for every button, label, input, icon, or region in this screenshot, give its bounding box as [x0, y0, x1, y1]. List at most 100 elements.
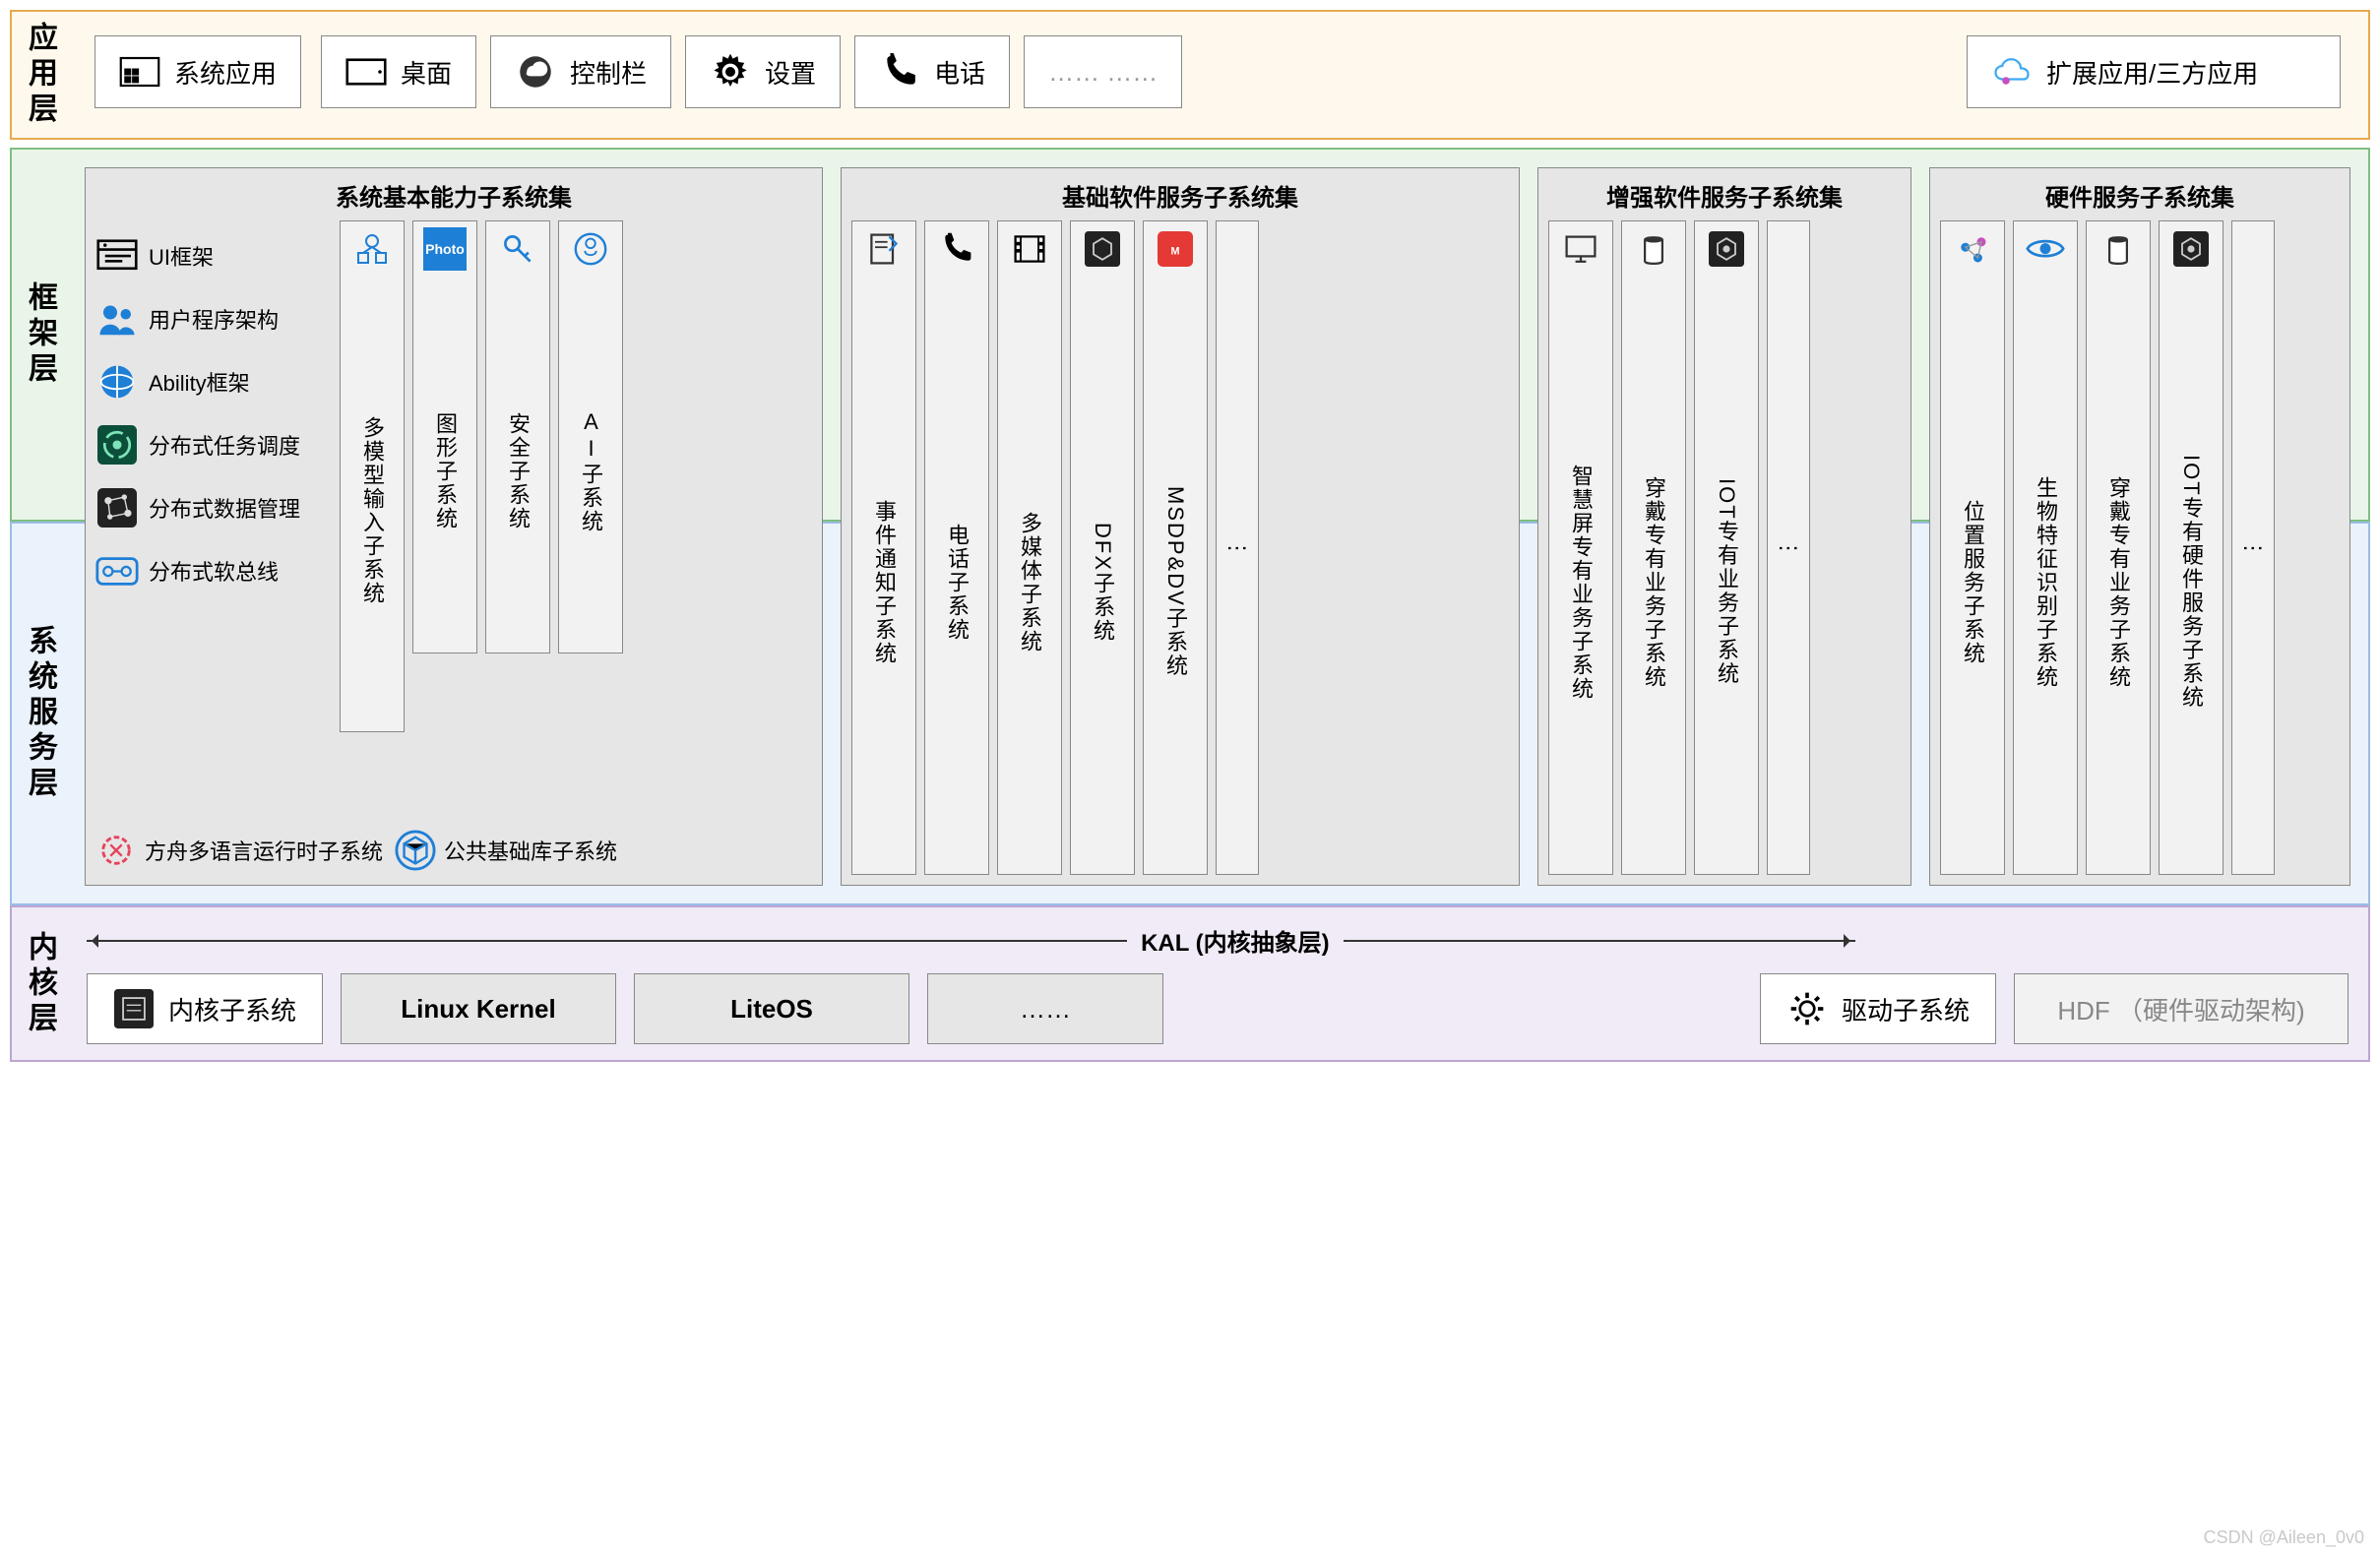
brain-icon	[569, 227, 612, 271]
gear-icon-2	[1786, 988, 1828, 1029]
desktop-item: 桌面	[321, 35, 476, 108]
ellipsis-label: ⋮	[1224, 537, 1250, 559]
gear-icon	[710, 51, 751, 93]
settings-label: 设置	[765, 54, 816, 91]
col-security: 安全子系统	[485, 220, 550, 653]
note-icon	[862, 227, 906, 271]
ellipsis-label-2: ⋮	[1776, 537, 1801, 559]
col-telephony-label: 电话子系统	[941, 277, 972, 868]
col-location-label: 位置服务子系统	[1957, 277, 1988, 868]
driver-sub-label: 驱动子系统	[1842, 991, 1970, 1027]
ark-item: 方舟多语言运行时子系统	[95, 830, 383, 871]
system-apps-item: 系统应用	[94, 35, 301, 108]
col-wearable-biz-label: 穿戴专有业务子系统	[1638, 277, 1669, 868]
ark-gear-icon	[95, 830, 137, 871]
framework-layer-label: 框架层	[12, 150, 67, 520]
col-multimodal-label: 多模型输入子系统	[356, 277, 388, 725]
users-icon	[95, 297, 139, 341]
photo-icon: Photo	[423, 227, 467, 271]
application-layer: 应用层 系统应用 桌面 控制栏 设置 电话	[10, 10, 2370, 140]
cloud-code-icon	[515, 51, 556, 93]
application-layer-label: 应用层	[12, 12, 67, 138]
cloud-ext-icon	[1991, 51, 2033, 93]
col-ai: AI子系统	[558, 220, 623, 653]
kernel-layer-label: 内核层	[12, 907, 67, 1060]
col-smartscreen: 智慧屏专有业务子系统	[1548, 220, 1613, 875]
windows-icon	[119, 51, 160, 93]
ability-item: Ability框架	[95, 360, 324, 404]
eye-icon	[2024, 227, 2067, 271]
col-msdp-label: MSDP&DV子系统	[1159, 277, 1191, 868]
dist-sched-item: 分布式任务调度	[95, 423, 324, 466]
phone-label: 电话	[934, 54, 985, 91]
cube-lib-icon	[395, 830, 436, 871]
col-multimodal: 多模型输入子系统	[340, 220, 405, 732]
dist-data-label: 分布式数据管理	[149, 492, 300, 524]
window-icon	[95, 234, 139, 278]
col-security-label: 安全子系统	[502, 277, 533, 647]
framework-stack: UI框架 用户程序架构 Ability框架 分布式任务调度 分布式数据管理 分布…	[95, 220, 332, 875]
col-multimedia-label: 多媒体子系统	[1014, 277, 1045, 868]
col-wearable-biz: 穿戴专有业务子系统	[1621, 220, 1686, 875]
col-dfx: DFX子系统	[1070, 220, 1135, 875]
dist-data-item: 分布式数据管理	[95, 486, 324, 529]
dist-bus-label: 分布式软总线	[149, 555, 279, 587]
film-icon	[1008, 227, 1051, 271]
ellipsis-label-3: ⋮	[2240, 537, 2266, 559]
kernel-layer: 内核层 KAL (内核抽象层) 内核子系统 Linux Kernel LiteO…	[10, 905, 2370, 1062]
kernel-sub-box: 内核子系统	[87, 973, 323, 1044]
col-graphics: Photo 图形子系统	[412, 220, 477, 653]
monitor-icon	[1559, 227, 1602, 271]
ui-framework-label: UI框架	[149, 240, 214, 272]
key-icon	[496, 227, 539, 271]
kernel-more-box: ……	[927, 973, 1163, 1044]
col-multimedia: 多媒体子系统	[997, 220, 1062, 875]
col-graphics-label: 图形子系统	[429, 277, 461, 647]
kal-line-right	[1344, 940, 1855, 942]
kernel-sub-label: 内核子系统	[168, 991, 296, 1027]
kal-row: KAL (内核抽象层)	[87, 923, 2349, 958]
col-iot-hw: IOT专有硬件服务子系统	[2159, 220, 2223, 875]
col-biometric: 生物特征识别子系统	[2013, 220, 2078, 875]
mesh-icon	[95, 486, 139, 529]
liteos-box: LiteOS	[634, 973, 909, 1044]
driver-sub-box: 驱动子系统	[1760, 973, 1996, 1044]
hex-dark-icon	[1705, 227, 1748, 271]
multimodal-icon	[350, 227, 394, 271]
tablet-icon	[345, 51, 387, 93]
extended-apps-item: 扩展应用/三方应用	[1967, 35, 2341, 108]
jar-icon-2	[2097, 227, 2140, 271]
col-wearable-hw-label: 穿戴专有业务子系统	[2102, 277, 2134, 868]
linux-box: Linux Kernel	[341, 973, 616, 1044]
more-apps-item: …… ……	[1024, 35, 1182, 108]
basic-software-ellipsis: ⋮	[1216, 220, 1259, 875]
watermark: CSDN @Aileen_0v0	[2204, 1527, 2364, 1548]
col-ai-label: AI子系统	[575, 277, 606, 647]
ui-framework-item: UI框架	[95, 234, 324, 278]
phone-solid-icon	[935, 227, 978, 271]
col-smartscreen-label: 智慧屏专有业务子系统	[1565, 277, 1597, 868]
col-telephony: 电话子系统	[924, 220, 989, 875]
hardware-service-title: 硬件服务子系统集	[1940, 174, 2340, 220]
linux-label: Linux Kernel	[401, 994, 555, 1025]
phone-icon	[879, 51, 920, 93]
hardware-service-group: 硬件服务子系统集 位置服务子系统 生物特征识别子系统 穿戴专有业务子系统 IOT…	[1929, 167, 2350, 886]
col-msdp: MMSDP&DV子系统	[1143, 220, 1208, 875]
kal-label: KAL (内核抽象层)	[1127, 923, 1344, 958]
globe-icon	[95, 360, 139, 404]
hardware-ellipsis: ⋮	[2231, 220, 2275, 875]
col-dfx-label: DFX子系统	[1087, 277, 1118, 868]
ark-label: 方舟多语言运行时子系统	[145, 835, 383, 866]
service-layer-label: 系统服务层	[12, 524, 67, 903]
common-lib-item: 公共基础库子系统	[395, 830, 617, 871]
control-bar-item: 控制栏	[490, 35, 671, 108]
enhanced-ellipsis: ⋮	[1767, 220, 1810, 875]
jar-icon	[1632, 227, 1675, 271]
extended-apps-label: 扩展应用/三方应用	[2046, 54, 2258, 91]
col-location: 位置服务子系统	[1940, 220, 2005, 875]
col-biometric-label: 生物特征识别子系统	[2030, 277, 2061, 868]
dist-sched-label: 分布式任务调度	[149, 429, 300, 461]
cycle-icon	[95, 423, 139, 466]
system-apps-label: 系统应用	[174, 54, 277, 91]
col-wearable-hw: 穿戴专有业务子系统	[2086, 220, 2151, 875]
